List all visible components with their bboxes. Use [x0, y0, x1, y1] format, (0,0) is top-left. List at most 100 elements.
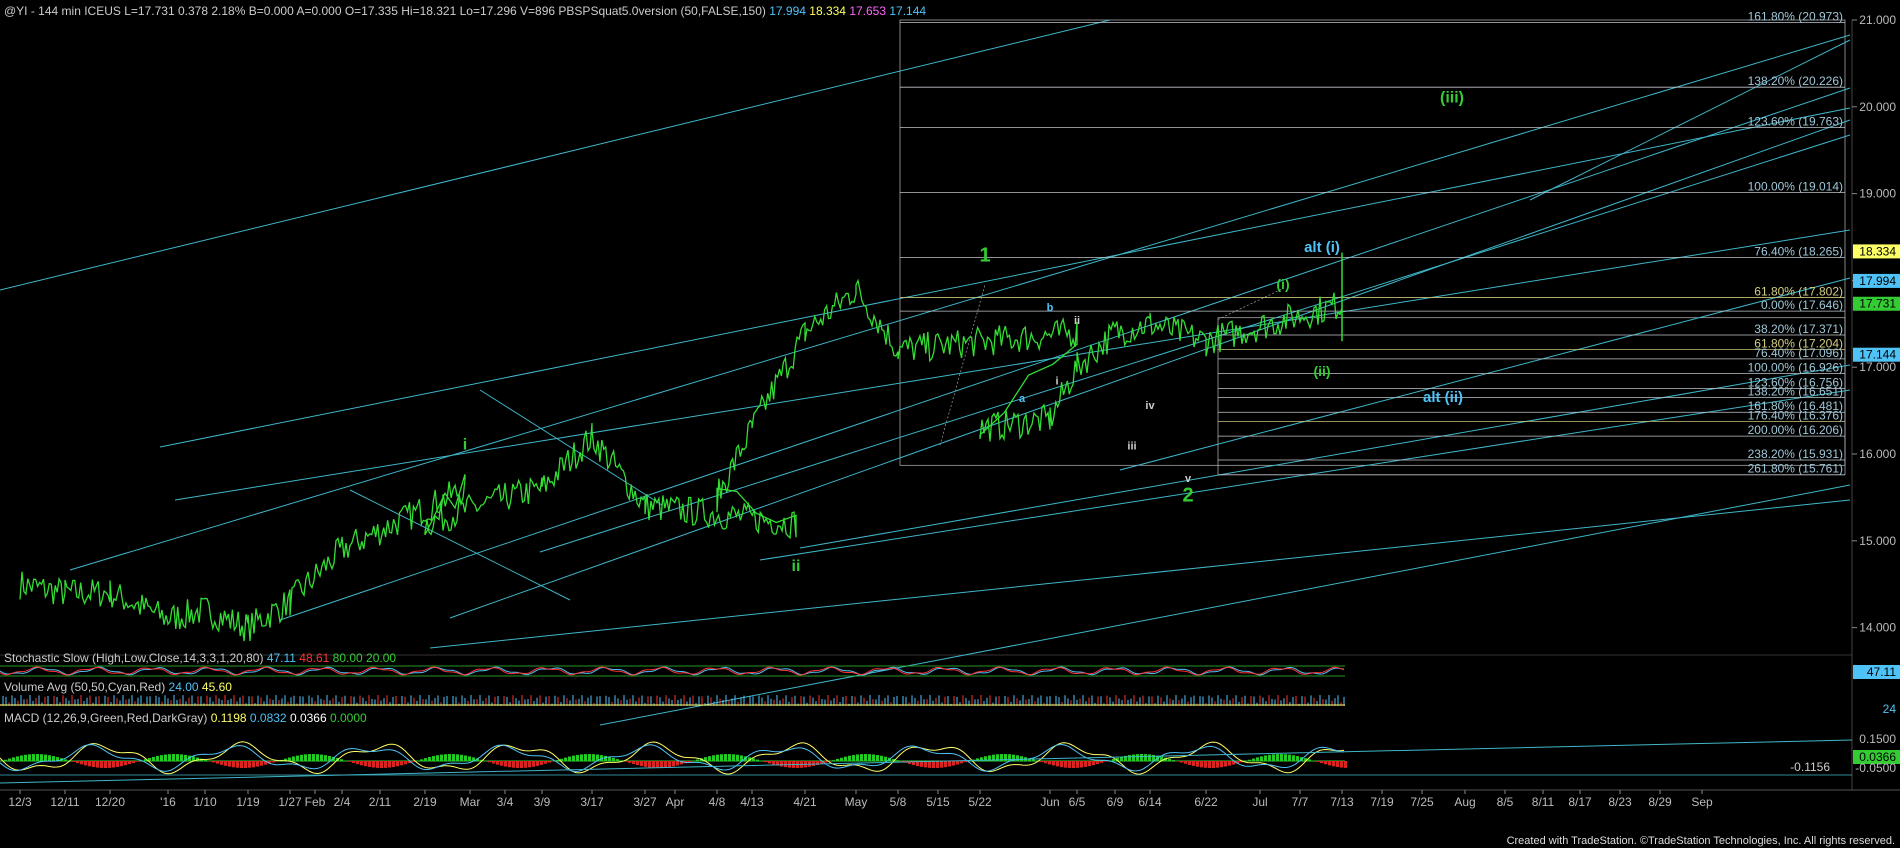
- time-tick-label: 1/27: [278, 795, 302, 809]
- macd-histogram-bar: [536, 761, 539, 766]
- macd-histogram-bar: [1104, 761, 1107, 762]
- macd-histogram-bar: [1044, 761, 1047, 764]
- macd-histogram-bar: [8, 758, 11, 761]
- macd-histogram-bar: [456, 754, 459, 761]
- wave-label: v: [1185, 473, 1192, 485]
- time-tick-label: 8/29: [1648, 795, 1672, 809]
- macd-histogram-bar: [1248, 759, 1251, 761]
- macd-histogram-bar: [236, 761, 239, 768]
- macd-histogram-bar: [488, 761, 491, 763]
- macd-histogram-bar: [136, 761, 139, 762]
- macd-histogram-bar: [516, 761, 519, 768]
- time-tick-label: 12/11: [50, 795, 79, 809]
- price-chart[interactable]: @YI - 144 min ICEUS L=17.731 0.378 2.18%…: [0, 0, 1900, 848]
- time-tick-label: 3/27: [633, 795, 657, 809]
- macd-histogram-bar: [1204, 761, 1207, 768]
- macd-histogram-bar: [1184, 761, 1187, 764]
- fib-level-label: 161.80% (20.973): [1748, 9, 1843, 23]
- macd-histogram-bar: [36, 754, 39, 761]
- value-readout: 17.653: [846, 4, 886, 18]
- macd-histogram-bar: [1324, 761, 1327, 765]
- macd-histogram-bar: [512, 761, 515, 768]
- time-tick-label: 8/23: [1608, 795, 1632, 809]
- macd-histogram-bar: [300, 754, 303, 761]
- macd-histogram-bar: [380, 761, 383, 768]
- macd-histogram-bar: [1088, 761, 1091, 767]
- macd-histogram-bar: [376, 761, 379, 768]
- time-tick-label: 4/8: [709, 795, 726, 809]
- macd-histogram-bar: [936, 761, 939, 768]
- time-tick-label: Apr: [666, 795, 685, 809]
- macd-histogram-bar: [1224, 761, 1227, 767]
- macd-histogram-bar: [76, 761, 79, 764]
- value-readout: 45.60: [199, 680, 233, 694]
- macd-histogram-bar: [500, 761, 503, 766]
- macd-histogram-bar: [696, 759, 699, 761]
- macd-histogram-bar: [640, 761, 643, 767]
- macd-histogram-bar: [168, 754, 171, 761]
- wave-label: iv: [1145, 400, 1155, 412]
- price-tick-label: 17.000: [1859, 360, 1896, 374]
- macd-histogram-bar: [548, 761, 551, 763]
- macd-histogram-bar: [392, 761, 395, 768]
- macd-histogram-bar: [1208, 761, 1211, 768]
- macd-histogram-bar: [120, 761, 123, 767]
- fib-level-label: 0.00% (17.646): [1761, 298, 1843, 312]
- macd-histogram-bar: [1136, 754, 1139, 761]
- macd-histogram-bar: [568, 756, 571, 761]
- macd-histogram-bar: [1060, 761, 1063, 768]
- macd-histogram-bar: [1284, 754, 1287, 761]
- macd-histogram-bar: [832, 760, 835, 761]
- macd-histogram-bar: [464, 755, 467, 761]
- macd-histogram-bar: [448, 754, 451, 761]
- wave-label: ii: [792, 558, 801, 575]
- macd-histogram-bar: [1032, 759, 1035, 761]
- macd-histogram-bar: [532, 761, 535, 767]
- price-tick-label: 16.000: [1859, 447, 1896, 461]
- time-tick-label: Feb: [305, 795, 326, 809]
- macd-histogram-bar: [712, 755, 715, 761]
- macd-histogram-bar: [656, 761, 659, 768]
- macd-histogram-bar: [308, 754, 311, 761]
- value-readout: 0.1198: [207, 711, 246, 725]
- macd-histogram-bar: [728, 754, 731, 761]
- macd-histogram-bar: [756, 759, 759, 761]
- time-tick-label: 2/4: [334, 795, 351, 809]
- wave-label: ii: [1074, 315, 1080, 327]
- macd-histogram-bar: [884, 756, 887, 761]
- macd-histogram-bar: [1040, 761, 1043, 763]
- fib-level-label: 176.40% (16.376): [1748, 408, 1843, 422]
- macd-histogram-bar: [648, 761, 651, 768]
- macd-histogram-bar: [84, 761, 87, 766]
- macd-histogram-bar: [780, 761, 783, 767]
- time-tick-label: 2/19: [413, 795, 437, 809]
- price-tick-label: 15.000: [1859, 534, 1896, 548]
- macd-histogram-bar: [1340, 761, 1343, 768]
- macd-histogram-bar: [404, 761, 407, 765]
- value-readout: 18.334: [806, 4, 846, 18]
- macd-histogram-bar: [252, 761, 255, 768]
- macd-histogram-bar: [1316, 761, 1319, 762]
- macd-histogram-bar: [716, 754, 719, 761]
- macd-histogram-bar: [856, 754, 859, 761]
- wave-label: i: [1055, 376, 1058, 388]
- macd-histogram-bar: [212, 761, 215, 763]
- macd-histogram-bar: [1308, 759, 1311, 761]
- macd-histogram-bar: [508, 761, 511, 768]
- macd-histogram-bar: [12, 757, 15, 761]
- macd-histogram-bar: [1192, 761, 1195, 766]
- macd-histogram-bar: [668, 761, 671, 768]
- time-tick-label: 8/5: [1497, 795, 1514, 809]
- macd-histogram-bar: [524, 761, 527, 768]
- macd-histogram-bar: [128, 761, 131, 765]
- macd-histogram-bar: [88, 761, 91, 767]
- macd-histogram-bar: [52, 756, 55, 761]
- macd-histogram-bar: [48, 755, 51, 761]
- macd-histogram-bar: [1064, 761, 1067, 768]
- macd-histogram-bar: [224, 761, 227, 766]
- macd-histogram-bar: [604, 755, 607, 761]
- time-tick-label: 5/15: [926, 795, 950, 809]
- value-readout: 0.0366: [287, 711, 327, 725]
- wave-label: alt (ii): [1423, 389, 1463, 406]
- fib-level-label: 238.20% (15.931): [1748, 447, 1843, 461]
